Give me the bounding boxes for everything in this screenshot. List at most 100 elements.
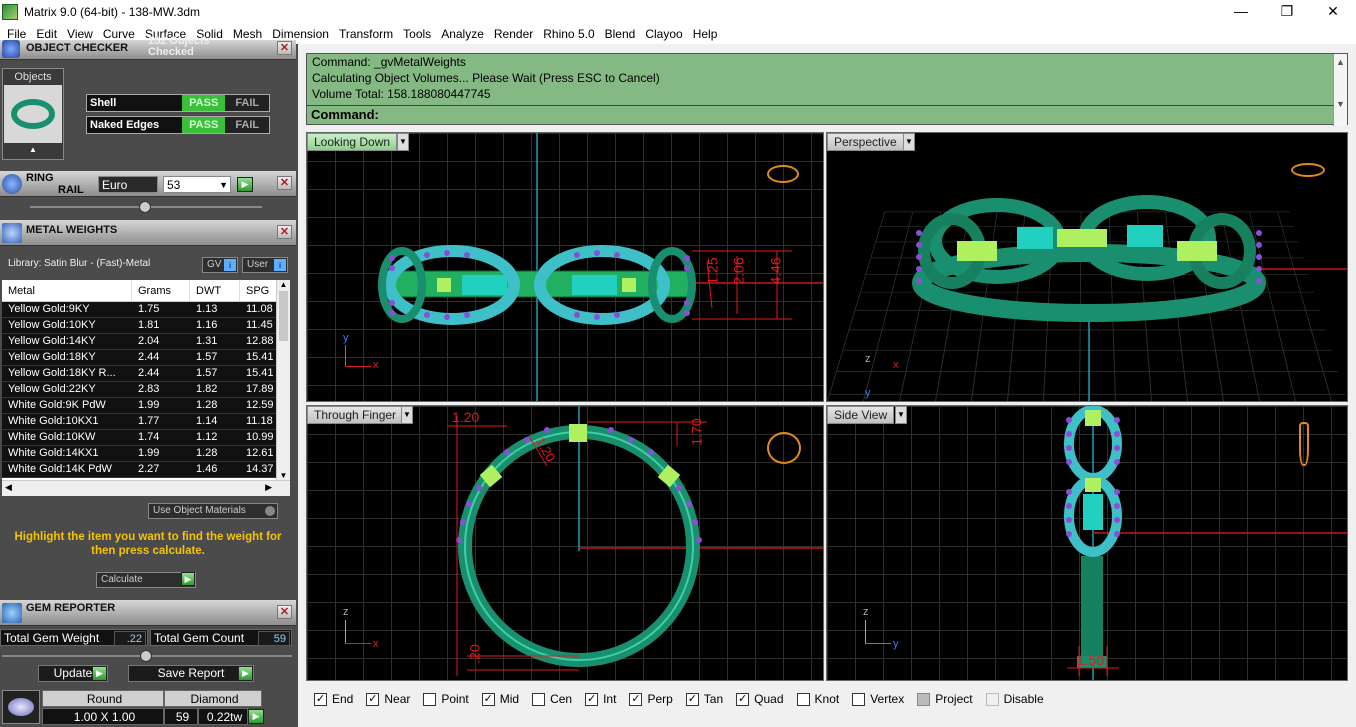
viewport-looking-down[interactable]: 1.25 2.06 4.46 y x Looking Down ▼	[306, 132, 824, 402]
ring-size-select[interactable]: 53 ▼	[163, 176, 231, 193]
close-button[interactable]: ✕	[1310, 0, 1356, 23]
menu-clayoo[interactable]: Clayoo	[640, 27, 687, 41]
gem-thumbnail[interactable]	[2, 690, 40, 724]
ring-standard-field[interactable]: Euro	[98, 176, 158, 193]
checkbox[interactable]	[423, 692, 437, 706]
table-row[interactable]: White Gold:9K PdW 1.99 1.28 12.59	[2, 398, 290, 414]
osnap-knot[interactable]: Knot	[796, 692, 839, 706]
menu-render[interactable]: Render	[489, 27, 538, 41]
close-icon[interactable]: ✕	[277, 605, 292, 619]
menu-tools[interactable]: Tools	[398, 27, 436, 41]
scroll-right-icon[interactable]: ▶	[265, 482, 272, 493]
close-icon[interactable]: ✕	[277, 41, 292, 55]
command-prompt[interactable]: Command:	[306, 105, 1334, 123]
table-row[interactable]: Yellow Gold:14KY 2.04 1.31 12.88	[2, 334, 290, 350]
column-header-metal[interactable]: Metal	[2, 280, 132, 301]
naked-edges-fail[interactable]: FAIL	[225, 117, 269, 133]
calculate-button[interactable]: Calculate ▶	[96, 572, 196, 588]
checkbox[interactable]: ✓	[314, 692, 327, 706]
scroll-down-icon[interactable]: ▼	[1334, 96, 1347, 112]
table-row[interactable]: White Gold:14K PdW 2.27 1.46 14.37	[2, 462, 290, 478]
checkbox[interactable]	[852, 692, 866, 706]
maximize-button[interactable]: ❐	[1264, 0, 1310, 23]
close-icon[interactable]: ✕	[277, 225, 292, 239]
menu-curve[interactable]: Curve	[98, 27, 140, 41]
scroll-up-icon[interactable]: ▲	[277, 280, 290, 289]
checkbox[interactable]	[796, 692, 810, 706]
menu-view[interactable]: View	[62, 27, 98, 41]
table-row[interactable]: White Gold:14KX1 1.99 1.28 12.61	[2, 446, 290, 462]
osnap-perp[interactable]: ✓ Perp	[629, 692, 673, 706]
shell-pass[interactable]: PASS	[181, 95, 226, 111]
checkbox[interactable]	[532, 692, 546, 706]
naked-edges-pass[interactable]: PASS	[181, 117, 226, 133]
chevron-down-icon[interactable]: ▼	[903, 133, 915, 151]
checkbox[interactable]: ✓	[481, 692, 495, 706]
menu-analyze[interactable]: Analyze	[436, 27, 489, 41]
chevron-down-icon[interactable]: ▼	[895, 406, 907, 424]
osnap-point[interactable]: Point	[423, 692, 469, 706]
osnap-tan[interactable]: ✓ Tan	[685, 692, 723, 706]
shell-fail[interactable]: FAIL	[225, 95, 269, 111]
viewport-label-through-finger[interactable]: Through Finger	[307, 406, 404, 424]
column-header-grams[interactable]: Grams	[132, 280, 190, 301]
table-row[interactable]: Yellow Gold:10KY 1.81 1.16 11.45	[2, 318, 290, 334]
checkbox[interactable]: ✓	[629, 692, 643, 706]
chevron-down-icon[interactable]: ▼	[401, 406, 413, 424]
menu-edit[interactable]: Edit	[31, 27, 62, 41]
osnap-near[interactable]: ✓ Near	[366, 692, 410, 706]
viewport-label-looking-down[interactable]: Looking Down	[307, 133, 398, 151]
table-horizontal-scrollbar[interactable]: ◀ ▶	[2, 480, 290, 496]
ring-rail-slider-handle[interactable]	[139, 201, 151, 213]
table-vertical-scrollbar[interactable]: ▲ ▼	[276, 280, 290, 480]
user-toggle[interactable]: User i	[242, 257, 288, 273]
chevron-down-icon[interactable]: ▼	[397, 133, 409, 151]
viewport-through-finger[interactable]: 1.20 1.70 .20 1.20 z x Through Finger ▼	[306, 405, 824, 681]
menu-help[interactable]: Help	[688, 27, 723, 41]
gv-toggle[interactable]: GV i	[202, 257, 238, 273]
minimize-button[interactable]: —	[1218, 0, 1264, 23]
close-icon[interactable]: ✕	[277, 176, 292, 190]
viewport-side-view[interactable]: 1.50 z y Side View ▼	[826, 405, 1348, 681]
table-row[interactable]: Yellow Gold:9KY 1.75 1.13 11.08	[2, 302, 290, 318]
osnap-int[interactable]: ✓ Int	[585, 692, 616, 706]
scroll-thumb[interactable]	[279, 291, 288, 341]
table-row[interactable]: Yellow Gold:18KY 2.44 1.57 15.41	[2, 350, 290, 366]
viewport-perspective[interactable]: z y x Perspective ▼	[826, 132, 1348, 402]
osnap-mid[interactable]: ✓ Mid	[481, 692, 519, 706]
checkbox[interactable]: ✓	[366, 692, 380, 706]
checkbox[interactable]: ✓	[585, 692, 599, 706]
checkbox[interactable]	[917, 692, 931, 706]
scroll-down-icon[interactable]: ▼	[277, 471, 290, 480]
column-header-spg[interactable]: SPG	[240, 280, 280, 301]
osnap-quad[interactable]: ✓ Quad	[736, 692, 784, 706]
table-row[interactable]: Yellow Gold:22KY 2.83 1.82 17.89	[2, 382, 290, 398]
checkbox[interactable]: ✓	[685, 692, 699, 706]
viewport-label-perspective[interactable]: Perspective	[827, 133, 904, 151]
menu-transform[interactable]: Transform	[334, 27, 398, 41]
osnap-end[interactable]: ✓ End	[314, 692, 353, 706]
table-row[interactable]: White Gold:10KW 1.74 1.12 10.99	[2, 430, 290, 446]
save-report-button[interactable]: Save Report ▶	[128, 665, 254, 682]
command-scrollbar[interactable]: ▲ ▼	[1333, 54, 1347, 126]
osnap-project[interactable]: Project	[917, 692, 973, 706]
ring-rail-go-button[interactable]: ▶	[237, 177, 253, 192]
scroll-left-icon[interactable]: ◀	[5, 482, 12, 493]
osnap-cen[interactable]: Cen	[532, 692, 572, 706]
gem-slider-handle[interactable]	[140, 650, 152, 662]
use-object-materials-button[interactable]: Use Object Materials	[148, 503, 278, 519]
menu-blend[interactable]: Blend	[600, 27, 641, 41]
column-header-dwt[interactable]: DWT	[190, 280, 240, 301]
scroll-up-icon[interactable]: ▲	[1334, 54, 1347, 70]
expand-arrow-icon[interactable]: ▲	[3, 145, 63, 154]
gem-go-button[interactable]: ▶	[248, 709, 264, 724]
table-row[interactable]: White Gold:10KX1 1.77 1.14 11.18	[2, 414, 290, 430]
table-row[interactable]: Yellow Gold:18KY R... 2.44 1.57 15.41	[2, 366, 290, 382]
osnap-disable[interactable]: Disable	[985, 692, 1044, 706]
checkbox[interactable]: ✓	[736, 692, 750, 706]
update-button[interactable]: Update ▶	[38, 665, 108, 682]
checkbox[interactable]	[985, 692, 999, 706]
osnap-vertex[interactable]: Vertex	[852, 692, 904, 706]
menu-dimension[interactable]: Dimension	[267, 27, 334, 41]
viewport-label-side-view[interactable]: Side View	[827, 406, 895, 424]
